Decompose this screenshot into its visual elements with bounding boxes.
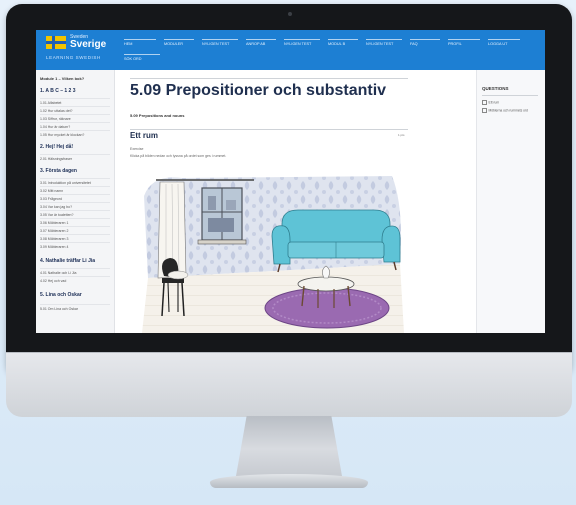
checkbox-icon[interactable] <box>482 108 487 113</box>
title-divider <box>130 78 408 79</box>
question-label: Ett rum <box>488 100 500 105</box>
question-item[interactable]: Möblerna och rummets ord <box>482 108 528 113</box>
questions-heading: QUESTIONS <box>482 86 509 91</box>
module-sidebar: Module 1 – Vilken bok? 1. A B C – 1 2 3 … <box>36 70 115 333</box>
question-label: Möblerna och rummets ord <box>488 108 528 113</box>
site-logo[interactable]: Sweden Sverige LEARNING SWEDISH <box>46 33 108 67</box>
exercise-divider <box>130 129 408 130</box>
window <box>197 187 247 245</box>
camera-dot <box>288 12 292 16</box>
nav-item-faq[interactable]: FAQ <box>410 39 440 51</box>
logo-tagline: LEARNING SWEDISH <box>46 55 101 60</box>
sidebar-link[interactable]: 4.02 Hej och vad <box>40 276 110 285</box>
monitor-chin <box>6 352 572 417</box>
logo-title: Sverige <box>70 39 107 50</box>
sidebar-section-3[interactable]: 3. Första dagen <box>40 168 77 174</box>
questions-panel: QUESTIONS Ett rum Möblerna och rummets o… <box>476 70 545 333</box>
monitor-stand-base <box>210 474 368 488</box>
monitor-stand-neck <box>236 416 342 476</box>
nav-item-module-b[interactable]: MODUL B <box>328 39 358 51</box>
sidebar-section-5[interactable]: 5. Lina och Oskar <box>40 292 82 298</box>
nav-item-test-2[interactable]: NYLIGEN TEST <box>284 39 320 51</box>
main-nav: HEM MODULER NYLIGEN TEST ANROP AB NYLIGE… <box>124 39 539 49</box>
main-content: 5.09 Prepositioner och substantiv 5.09 P… <box>120 70 460 333</box>
exercise-title: Ett rum <box>130 131 158 140</box>
sidebar-link[interactable]: 3.09 Möbleraren 4 <box>40 242 110 251</box>
top-navigation-bar: Sweden Sverige LEARNING SWEDISH HEM MODU… <box>36 30 545 70</box>
question-item[interactable]: Ett rum <box>482 100 499 105</box>
nav-item-test-1[interactable]: NYLIGEN TEST <box>202 39 238 51</box>
page-title: 5.09 Prepositioner och substantiv <box>130 82 387 99</box>
screen: Sweden Sverige LEARNING SWEDISH HEM MODU… <box>36 30 545 333</box>
nav-item-modules[interactable]: MODULER <box>164 39 194 51</box>
page-subtitle: 5.09 Prepositions and nouns <box>130 113 185 118</box>
questions-divider <box>482 95 538 96</box>
sidebar-module-title: Module 1 – Vilken bok? <box>40 76 85 81</box>
nav-item-profile[interactable]: PROFIL <box>448 39 480 51</box>
nav-item-home[interactable]: HEM <box>124 39 156 51</box>
sidebar-section-1[interactable]: 1. A B C – 1 2 3 <box>40 88 75 94</box>
exercise-points: 1 pts <box>398 133 405 137</box>
sidebar-link[interactable]: 1.05 Hur mycket är klockan? <box>40 130 110 139</box>
cat <box>167 270 189 280</box>
sidebar-link[interactable]: 2.01 Hälsningsfraser <box>40 154 110 163</box>
nav-item-logout[interactable]: LOGGA UT <box>488 39 520 51</box>
swedish-flag-icon <box>46 36 66 49</box>
checkbox-icon[interactable] <box>482 100 487 105</box>
purple-rug <box>264 287 390 329</box>
sidebar-link[interactable]: 5.01 Om Lina och Oskar <box>40 304 110 313</box>
nav-item-search-words[interactable]: SÖK ORD <box>124 54 160 61</box>
sidebar-section-4[interactable]: 4. Nathalie träffar Li Jia <box>40 258 95 264</box>
exercise-instruction: Klicka på bilden nedan och lyssna på ord… <box>130 154 227 158</box>
sidebar-section-2[interactable]: 2. Hej! Hej då! <box>40 144 73 150</box>
room-illustration[interactable] <box>142 166 404 333</box>
nav-item-test-3[interactable]: NYLIGEN TEST <box>366 39 402 51</box>
exercise-label: Exercise <box>130 147 144 151</box>
nav-item-calls[interactable]: ANROP AB <box>246 39 276 51</box>
